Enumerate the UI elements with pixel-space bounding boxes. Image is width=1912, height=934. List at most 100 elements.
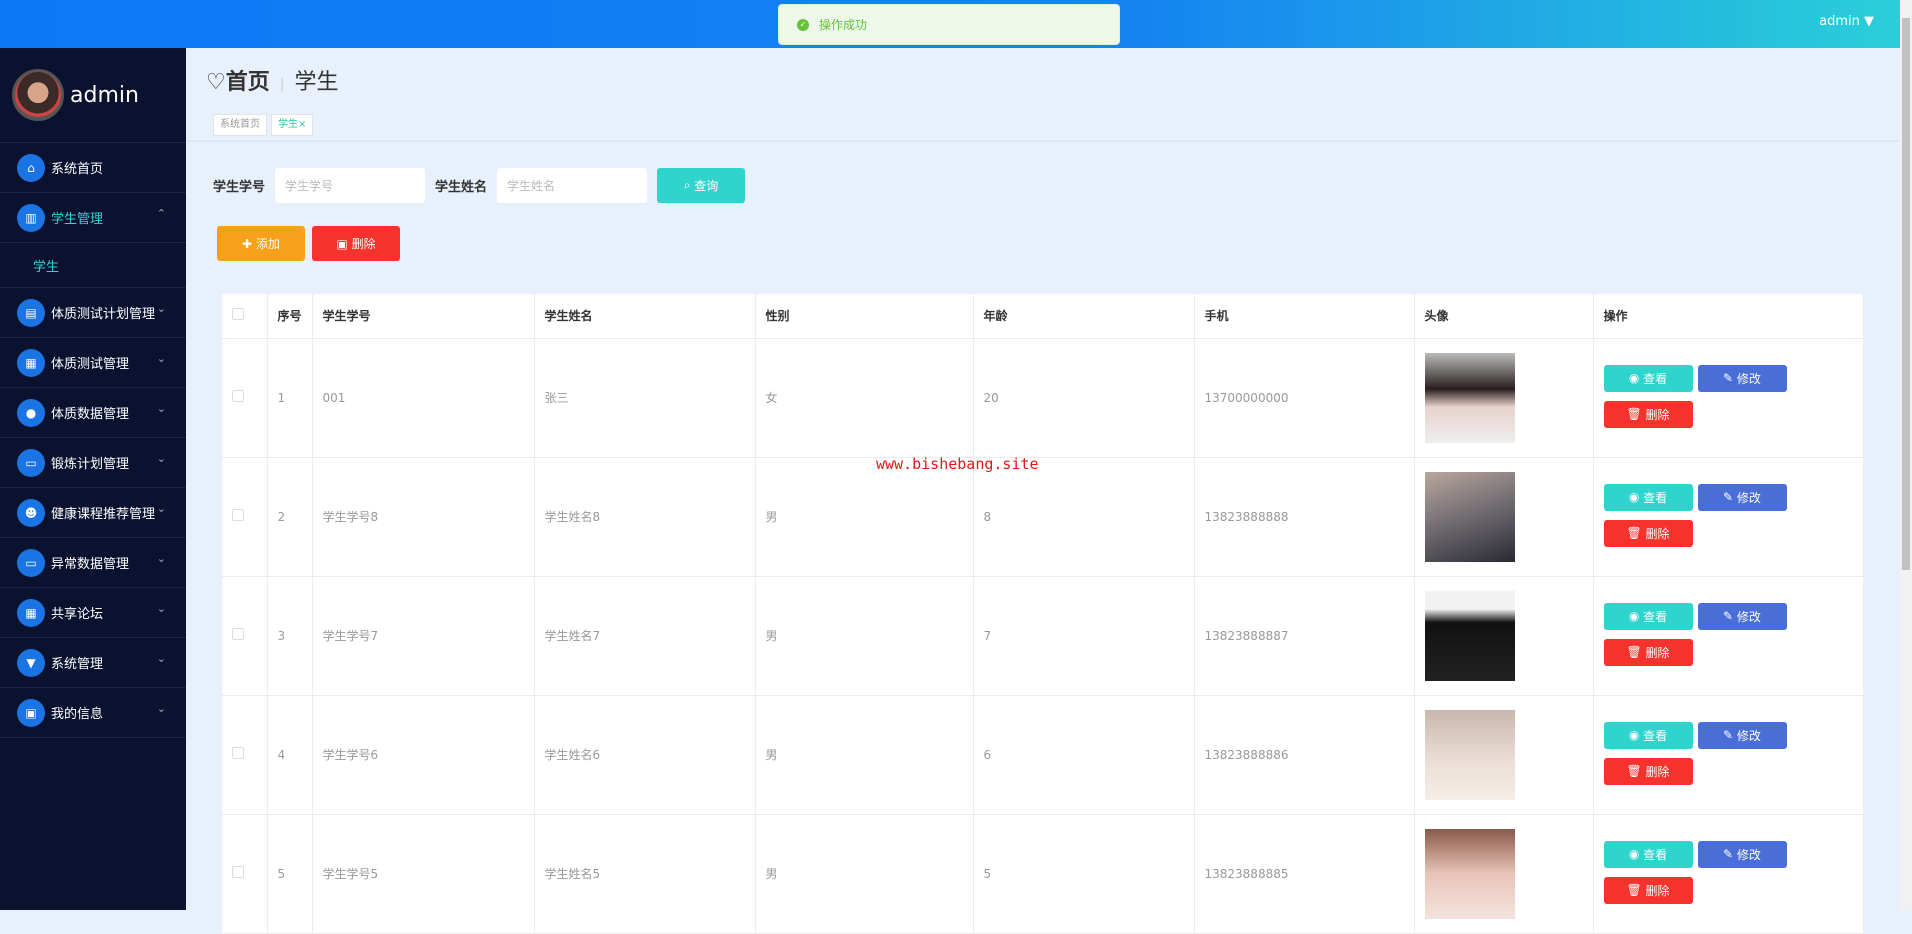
view-label: 查看 bbox=[1643, 847, 1668, 862]
edit-button[interactable]: ✎ 修改 bbox=[1697, 840, 1787, 868]
select-all-checkbox[interactable] bbox=[232, 308, 244, 321]
chevron-down-icon: ⌄ bbox=[156, 402, 166, 415]
user-menu[interactable]: admin ▼ bbox=[1819, 14, 1874, 29]
table-row: 2 学生学号8 学生姓名8 男 8 13823888888 ◉ 查看 ✎ 修改 🗑 … bbox=[222, 457, 1864, 577]
cell-phone: 13823888886 bbox=[1194, 695, 1415, 815]
sidebar-item-7[interactable]: ▭ 异常数据管理 ⌄ bbox=[0, 538, 186, 588]
close-icon[interactable]: × bbox=[298, 119, 306, 130]
user-name: admin bbox=[1819, 14, 1860, 29]
eye-icon: ◉ bbox=[1628, 728, 1644, 742]
sidebar-item-label: 我的信息 bbox=[51, 707, 104, 722]
delete-button[interactable]: 🗑 删除 bbox=[1603, 400, 1693, 428]
sidebar-subitem-student[interactable]: 学生 bbox=[0, 243, 186, 288]
delete-label: 删除 bbox=[1645, 407, 1670, 422]
sidebar-item-0[interactable]: ⌂ 系统首页 bbox=[0, 143, 186, 193]
tab-system-home[interactable]: 系统首页 bbox=[213, 114, 267, 136]
view-button[interactable]: ◉ 查看 bbox=[1603, 602, 1693, 630]
delete-button[interactable]: 🗑 删除 bbox=[1603, 638, 1693, 666]
scrollbar-thumb[interactable] bbox=[1902, 18, 1910, 570]
student-id-label: 学生学号 bbox=[213, 180, 266, 195]
sidebar-item-label: 异常数据管理 bbox=[51, 557, 130, 572]
delete-button[interactable]: 🗑 删除 bbox=[1603, 519, 1693, 547]
sidebar-item-label: 体质数据管理 bbox=[51, 407, 130, 422]
delete-button[interactable]: 🗑 删除 bbox=[1603, 757, 1693, 785]
edit-label: 修改 bbox=[1736, 847, 1761, 862]
cell-id: 学生学号5 bbox=[312, 814, 535, 934]
watermark: www.bishebang.site bbox=[876, 455, 1039, 473]
view-button[interactable]: ◉ 查看 bbox=[1603, 364, 1693, 392]
batch-delete-button[interactable]: ▣ 删除 bbox=[312, 226, 400, 261]
trash-icon: 🗑 bbox=[1626, 526, 1646, 540]
edit-icon: ✎ bbox=[1723, 847, 1737, 861]
row-checkbox[interactable] bbox=[232, 390, 244, 402]
sidebar-item-4[interactable]: ● 体质数据管理 ⌄ bbox=[0, 388, 186, 438]
col-gender: 性别 bbox=[755, 294, 974, 339]
cell-age: 5 bbox=[973, 814, 1195, 934]
col-id: 学生学号 bbox=[312, 294, 535, 339]
card-icon: ▣ bbox=[17, 698, 45, 727]
check-circle-icon: ✓ bbox=[797, 18, 809, 31]
trash-icon: 🗑 bbox=[1626, 645, 1646, 659]
cell-name: 张三 bbox=[534, 338, 756, 458]
success-toast: ✓ 操作成功 bbox=[778, 4, 1120, 45]
bulb-icon: ● bbox=[17, 398, 45, 427]
table-header: 序号 学生学号 学生姓名 性别 年龄 手机 头像 操作 bbox=[222, 294, 1864, 339]
cell-name: 学生姓名6 bbox=[534, 695, 756, 815]
chevron-down-icon: ⌄ bbox=[156, 502, 166, 515]
cell-gender: 男 bbox=[755, 814, 974, 934]
col-phone: 手机 bbox=[1194, 294, 1415, 339]
cell-no: 2 bbox=[267, 457, 313, 577]
col-age: 年龄 bbox=[973, 294, 1195, 339]
heart-icon: ♡ bbox=[206, 70, 226, 95]
sidebar-item-1[interactable]: ▥ 学生管理 ⌃ bbox=[0, 193, 186, 243]
row-checkbox[interactable] bbox=[232, 628, 244, 640]
delete-button[interactable]: 🗑 删除 bbox=[1603, 876, 1693, 904]
row-checkbox[interactable] bbox=[232, 509, 244, 521]
title-home[interactable]: 首页 bbox=[226, 70, 270, 95]
edit-button[interactable]: ✎ 修改 bbox=[1697, 364, 1787, 392]
view-label: 查看 bbox=[1643, 371, 1668, 386]
edit-button[interactable]: ✎ 修改 bbox=[1697, 483, 1787, 511]
delete-label: 删除 bbox=[1645, 645, 1670, 660]
view-button[interactable]: ◉ 查看 bbox=[1603, 483, 1693, 511]
view-button[interactable]: ◉ 查看 bbox=[1603, 721, 1693, 749]
tab-student[interactable]: 学生× bbox=[271, 114, 314, 136]
search-button-label: 查询 bbox=[694, 179, 719, 193]
view-button[interactable]: ◉ 查看 bbox=[1603, 840, 1693, 868]
sidebar-item-10[interactable]: ▣ 我的信息 ⌄ bbox=[0, 688, 186, 738]
student-table: 序号 学生学号 学生姓名 性别 年龄 手机 头像 操作 1 001 张三 女 2… bbox=[222, 294, 1864, 934]
view-label: 查看 bbox=[1643, 490, 1668, 505]
sidebar-item-9[interactable]: ▼ 系统管理 ⌄ bbox=[0, 638, 186, 688]
edit-button[interactable]: ✎ 修改 bbox=[1697, 721, 1787, 749]
cell-id: 001 bbox=[312, 338, 535, 458]
sidebar-item-label: 共享论坛 bbox=[51, 607, 104, 622]
sidebar-item-8[interactable]: ▦ 共享论坛 ⌄ bbox=[0, 588, 186, 638]
chevron-up-icon: ⌃ bbox=[156, 207, 166, 220]
scrollbar[interactable] bbox=[1900, 0, 1912, 910]
edit-label: 修改 bbox=[1736, 728, 1761, 743]
add-button[interactable]: ✚ 添加 bbox=[217, 226, 305, 261]
sidebar-item-5[interactable]: ▭ 锻炼计划管理 ⌄ bbox=[0, 438, 186, 488]
search-bar: 学生学号 学生姓名 ⌕ 查询 bbox=[213, 168, 746, 203]
sidebar-item-6[interactable]: ☻ 健康课程推荐管理 ⌄ bbox=[0, 488, 186, 538]
edit-icon: ✎ bbox=[1723, 371, 1737, 385]
plus-icon: ✚ bbox=[242, 236, 256, 251]
tab-student-label: 学生 bbox=[278, 119, 298, 130]
student-name-input[interactable] bbox=[497, 168, 648, 203]
row-checkbox[interactable] bbox=[232, 866, 244, 878]
row-checkbox[interactable] bbox=[232, 747, 244, 759]
student-id-input[interactable] bbox=[275, 168, 426, 203]
search-button[interactable]: ⌕ 查询 bbox=[657, 168, 746, 203]
sidebar-item-3[interactable]: ▦ 体质测试管理 ⌄ bbox=[0, 338, 186, 388]
cell-name: 学生姓名8 bbox=[534, 457, 756, 577]
student-name-label: 学生姓名 bbox=[435, 180, 488, 195]
edit-button[interactable]: ✎ 修改 bbox=[1697, 602, 1787, 630]
col-avatar: 头像 bbox=[1414, 294, 1594, 339]
cell-id: 学生学号7 bbox=[312, 576, 535, 696]
caret-down-icon: ▼ bbox=[1864, 14, 1874, 29]
table-row: 5 学生学号5 学生姓名5 男 5 13823888885 ◉ 查看 ✎ 修改 🗑 … bbox=[222, 814, 1864, 934]
chevron-down-icon: ⌄ bbox=[156, 302, 166, 315]
sidebar-item-2[interactable]: ▤ 体质测试计划管理 ⌄ bbox=[0, 288, 186, 338]
student-photo bbox=[1424, 471, 1515, 562]
cell-no: 1 bbox=[267, 338, 313, 458]
